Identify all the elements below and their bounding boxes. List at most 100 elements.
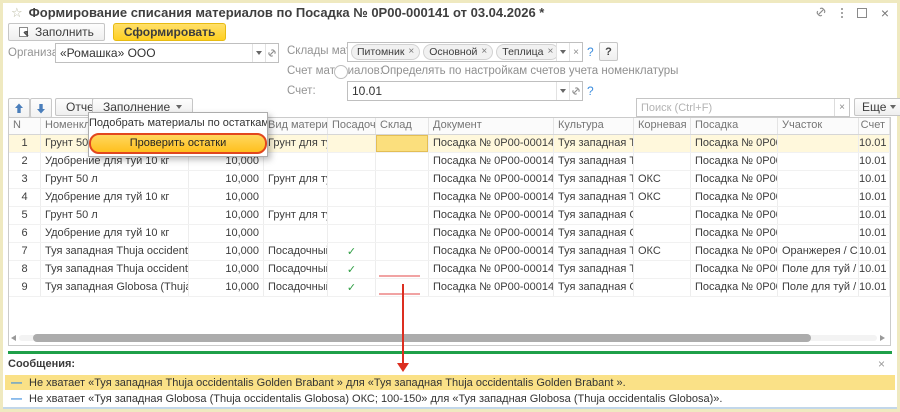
- chevron-down-icon[interactable]: [252, 44, 265, 62]
- cell-uchastok[interactable]: [778, 153, 859, 170]
- cell-schet[interactable]: 10.01: [859, 225, 890, 242]
- chevron-down-icon[interactable]: [556, 82, 569, 100]
- cell-schet[interactable]: 10.01: [859, 135, 890, 152]
- tag-remove-icon[interactable]: ×: [481, 47, 487, 57]
- cell-uchastok[interactable]: Поле для туй / С...: [778, 279, 859, 296]
- cell-schet[interactable]: 10.01: [859, 171, 890, 188]
- cell-posadka[interactable]: Посадка № 0Р00-000...: [691, 225, 778, 242]
- table-row[interactable]: 9Туя западная Globosa (Thuja occident...…: [9, 279, 890, 297]
- cell-doc[interactable]: Посадка № 0Р00-000141 от 03.0...: [429, 261, 554, 278]
- cell-n[interactable]: 9: [9, 279, 41, 296]
- cell-qty[interactable]: 10,000: [189, 261, 264, 278]
- cell-uchastok[interactable]: Поле для туй / С...: [778, 261, 859, 278]
- cell-vid[interactable]: Посадочный...: [264, 261, 328, 278]
- cell-kultura[interactable]: Туя западная Glo...: [554, 279, 634, 296]
- cell-n[interactable]: 3: [9, 171, 41, 188]
- table-row[interactable]: 5Грунт 50 л10,000Грунт для туйПосадка № …: [9, 207, 890, 225]
- cell-sklad[interactable]: [376, 153, 429, 170]
- org-link-icon[interactable]: [265, 44, 278, 62]
- cell-n[interactable]: 5: [9, 207, 41, 224]
- cell-uchastok[interactable]: [778, 189, 859, 206]
- cell-doc[interactable]: Посадка № 0Р00-000141 от 03.0...: [429, 225, 554, 242]
- cell-sklad[interactable]: [376, 171, 429, 188]
- cell-kultura[interactable]: Туя западная Thuj...: [554, 189, 634, 206]
- cell-schet[interactable]: 10.01: [859, 243, 890, 260]
- cell-kultura[interactable]: Туя западная Thuj...: [554, 243, 634, 260]
- cell-doc[interactable]: Посадка № 0Р00-000141 от 03.0...: [429, 243, 554, 260]
- cell-kultura[interactable]: Туя западная Glo...: [554, 207, 634, 224]
- message-row[interactable]: —Не хватает «Туя западная Thuja occident…: [5, 375, 895, 390]
- column-header[interactable]: Корневая си...: [634, 118, 691, 134]
- cell-name[interactable]: Туя западная Thuja occidentalis Golde...: [41, 261, 189, 278]
- cell-posad[interactable]: [328, 135, 376, 152]
- move-up-button[interactable]: [8, 98, 30, 118]
- cell-vid[interactable]: Грунт для туй: [264, 135, 328, 152]
- cell-schet[interactable]: 10.01: [859, 189, 890, 206]
- cell-posadka[interactable]: Посадка № 0Р00-000...: [691, 189, 778, 206]
- column-header[interactable]: Вид материала: [264, 118, 328, 134]
- column-header[interactable]: Культура: [554, 118, 634, 134]
- cell-posad[interactable]: [328, 225, 376, 242]
- cell-korn[interactable]: [634, 261, 691, 278]
- cell-qty[interactable]: 10,000: [189, 225, 264, 242]
- cell-name[interactable]: Туя западная Globosa (Thuja occident...: [41, 279, 189, 296]
- cell-vid[interactable]: Грунт для туй: [264, 171, 328, 188]
- cell-sklad[interactable]: [376, 189, 429, 206]
- column-header[interactable]: Документ: [429, 118, 554, 134]
- cell-korn[interactable]: ОКС: [634, 243, 691, 260]
- scroll-right-icon[interactable]: [880, 335, 885, 341]
- cell-posadka[interactable]: Посадка № 0Р00-000...: [691, 207, 778, 224]
- cell-uchastok[interactable]: Оранжерея / Сп...: [778, 243, 859, 260]
- cell-qty[interactable]: 10,000: [189, 243, 264, 260]
- cell-posad[interactable]: ✓: [328, 243, 376, 260]
- generate-button[interactable]: Сформировать: [113, 23, 226, 41]
- cell-sklad[interactable]: [376, 261, 429, 278]
- column-header[interactable]: Склад: [376, 118, 429, 134]
- cell-uchastok[interactable]: [778, 171, 859, 188]
- move-down-button[interactable]: [30, 98, 52, 118]
- cell-uchastok[interactable]: [778, 207, 859, 224]
- table-row[interactable]: 4Удобрение для туй 10 кг10,000Посадка № …: [9, 189, 890, 207]
- cell-korn[interactable]: [634, 225, 691, 242]
- cell-posadka[interactable]: Посадка № 0Р00-000...: [691, 171, 778, 188]
- cell-posadka[interactable]: Посадка № 0Р00-000...: [691, 135, 778, 152]
- cell-doc[interactable]: Посадка № 0Р00-000141 от 03.0...: [429, 171, 554, 188]
- cell-vid[interactable]: [264, 225, 328, 242]
- cell-kultura[interactable]: Туя западная Thuj...: [554, 261, 634, 278]
- warehouse-tag[interactable]: Теплица×: [496, 44, 556, 60]
- cell-korn[interactable]: [634, 153, 691, 170]
- cell-n[interactable]: 8: [9, 261, 41, 278]
- more-menu-icon[interactable]: [841, 8, 843, 18]
- cell-n[interactable]: 6: [9, 225, 41, 242]
- cell-schet[interactable]: 10.01: [859, 279, 890, 296]
- cell-qty[interactable]: 10,000: [189, 279, 264, 296]
- tag-remove-icon[interactable]: ×: [547, 47, 553, 57]
- cell-posadka[interactable]: Посадка № 0Р00-000...: [691, 279, 778, 296]
- more-button[interactable]: Еще: [854, 98, 900, 116]
- horizontal-scrollbar[interactable]: [11, 334, 885, 342]
- column-header[interactable]: N: [9, 118, 41, 134]
- cell-korn[interactable]: [634, 207, 691, 224]
- account-help-link[interactable]: ?: [587, 84, 594, 98]
- fill-button[interactable]: Заполнить: [8, 23, 105, 41]
- cell-sklad[interactable]: [376, 135, 429, 152]
- cell-posad[interactable]: ✓: [328, 279, 376, 296]
- cell-posadka[interactable]: Посадка № 0Р00-000...: [691, 261, 778, 278]
- org-field[interactable]: [55, 43, 279, 63]
- cell-vid[interactable]: [264, 189, 328, 206]
- cell-vid[interactable]: Грунт для туй: [264, 207, 328, 224]
- table-row[interactable]: 6Удобрение для туй 10 кг10,000Посадка № …: [9, 225, 890, 243]
- close-icon[interactable]: ×: [881, 7, 889, 19]
- search-clear-icon[interactable]: ×: [834, 99, 849, 116]
- search-input[interactable]: [637, 102, 834, 114]
- cell-posadka[interactable]: Посадка № 0Р00-000...: [691, 153, 778, 170]
- cell-posad[interactable]: [328, 207, 376, 224]
- cell-sklad[interactable]: [376, 207, 429, 224]
- column-header[interactable]: Счет: [859, 118, 890, 134]
- cell-vid[interactable]: Посадочный...: [264, 243, 328, 260]
- menu-item[interactable]: Подобрать материалы по остаткам: [89, 114, 267, 132]
- column-header[interactable]: Посадочный: [328, 118, 376, 134]
- cell-posad[interactable]: [328, 189, 376, 206]
- cell-sklad[interactable]: [376, 243, 429, 260]
- cell-korn[interactable]: [634, 135, 691, 152]
